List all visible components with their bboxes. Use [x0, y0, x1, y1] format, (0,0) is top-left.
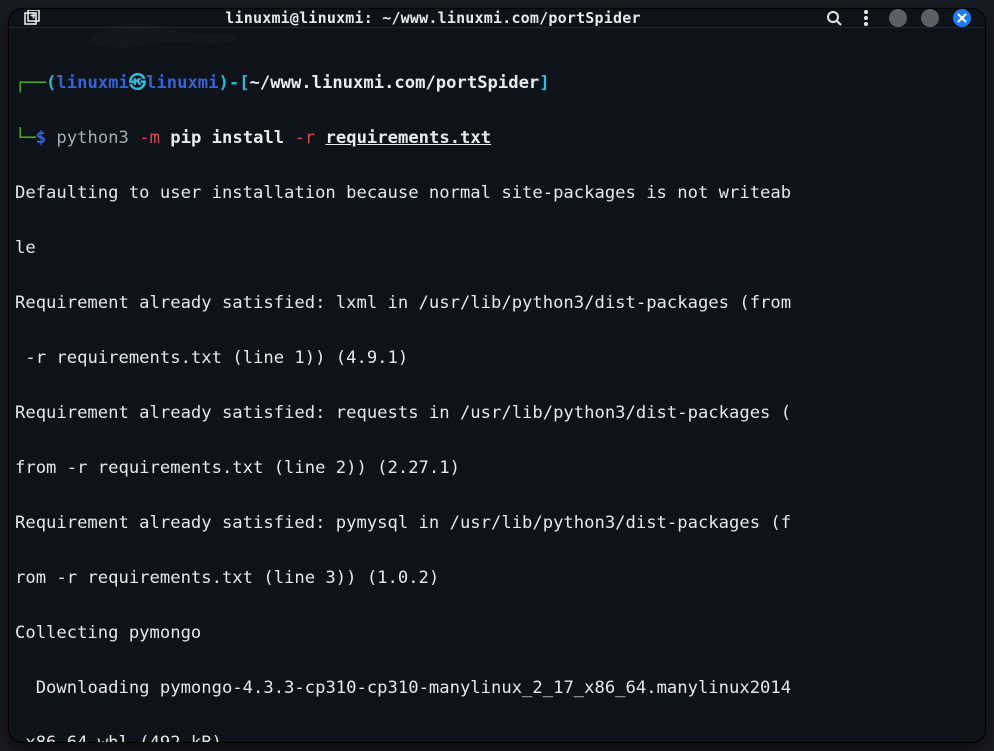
prompt-line-1: ┌──(linuxmi㉿linuxmi)-[~/www.linuxmi.com/…: [15, 70, 979, 98]
output-line: _x86_64.whl (492 kB): [15, 730, 979, 744]
output-line: Downloading pymongo-4.3.3-cp310-cp310-ma…: [15, 675, 979, 703]
output-line: rom -r requirements.txt (line 3)) (1.0.2…: [15, 565, 979, 593]
output-line: Requirement already satisfied: requests …: [15, 400, 979, 428]
close-icon[interactable]: [953, 9, 971, 27]
menu-icon[interactable]: [857, 9, 875, 27]
output-line: Requirement already satisfied: lxml in /…: [15, 290, 979, 318]
window-title: linuxmi@linuxmi: ~/www.linuxmi.com/portS…: [225, 9, 640, 27]
terminal-window: linuxmi@linuxmi: ~/www.linuxmi.com/portS…: [8, 8, 986, 743]
titlebar: linuxmi@linuxmi: ~/www.linuxmi.com/portS…: [9, 9, 985, 28]
new-tab-icon[interactable]: [23, 9, 41, 27]
prompt-line-2: └─$ python3 -m pip install -r requiremen…: [15, 125, 979, 153]
minimize-icon[interactable]: [889, 9, 907, 27]
output-line: Collecting pymongo: [15, 620, 979, 648]
output-line: Requirement already satisfied: pymysql i…: [15, 510, 979, 538]
search-icon[interactable]: [825, 9, 843, 27]
output-line: le: [15, 235, 979, 263]
output-line: Defaulting to user installation because …: [15, 180, 979, 208]
terminal-body[interactable]: ┌──(linuxmi㉿linuxmi)-[~/www.linuxmi.com/…: [9, 28, 985, 743]
output-line: from -r requirements.txt (line 2)) (2.27…: [15, 455, 979, 483]
maximize-icon[interactable]: [921, 9, 939, 27]
output-line: -r requirements.txt (line 1)) (4.9.1): [15, 345, 979, 373]
